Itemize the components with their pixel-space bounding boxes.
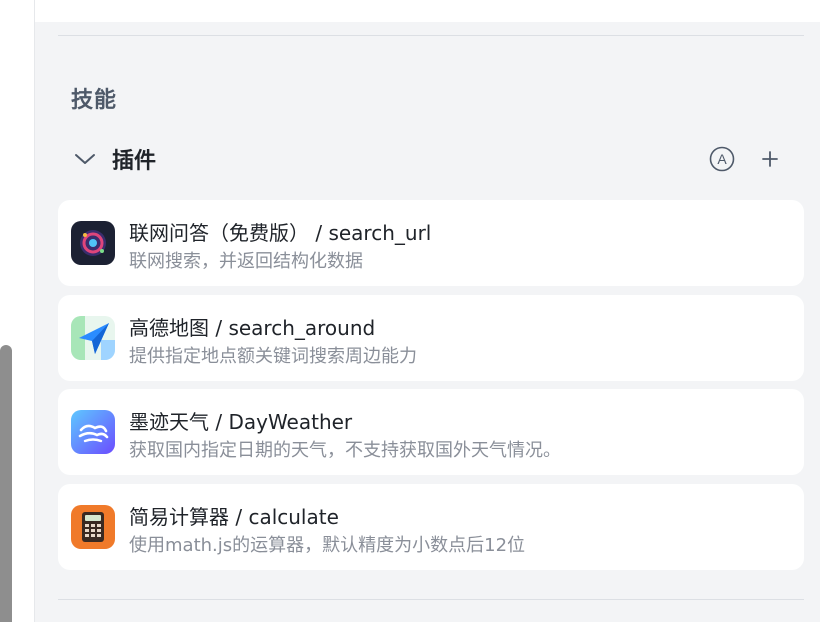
section-divider-top <box>58 35 804 36</box>
plugin-name: 墨迹天气 / DayWeather <box>129 410 353 434</box>
amap-icon <box>71 316 115 360</box>
plugin-description: 获取国内指定日期的天气，不支持获取国外天气情况。 <box>129 440 561 461</box>
chevron-down-icon[interactable] <box>72 146 98 172</box>
section-title: 技能 <box>71 88 118 113</box>
plugin-description: 提供指定地点额关键词搜索周边能力 <box>129 346 417 367</box>
plugin-description: 联网搜索，并返回结构化数据 <box>129 251 363 272</box>
plugin-name: 联网问答（免费版） / search_url <box>129 221 432 245</box>
plugin-section-header: 插件 A <box>72 142 784 176</box>
add-plugin-button[interactable] <box>756 145 784 173</box>
calculator-icon <box>71 505 115 549</box>
plugin-description: 使用math.js的运算器，默认精度为小数点后12位 <box>129 535 526 556</box>
scrollbar-thumb[interactable] <box>0 345 12 622</box>
plugin-name: 简易计算器 / calculate <box>129 505 339 529</box>
plugin-section-title: 插件 <box>112 149 157 174</box>
moji-weather-icon <box>71 410 115 454</box>
plugin-name: 高德地图 / search_around <box>129 316 376 340</box>
auto-mode-button[interactable]: A <box>708 145 736 173</box>
plus-icon <box>762 151 778 167</box>
search-url-icon <box>71 221 115 265</box>
panel-divider <box>34 0 35 622</box>
plugin-card-moji-weather[interactable]: 墨迹天气 / DayWeather 获取国内指定日期的天气，不支持获取国外天气情… <box>58 389 804 475</box>
plugin-card-search-url[interactable]: 联网问答（免费版） / search_url 联网搜索，并返回结构化数据 <box>58 200 804 286</box>
plugin-card-calculator[interactable]: 简易计算器 / calculate 使用math.js的运算器，默认精度为小数点… <box>58 484 804 570</box>
top-bar <box>35 0 820 22</box>
plugin-card-amap[interactable]: 高德地图 / search_around 提供指定地点额关键词搜索周边能力 <box>58 295 804 381</box>
section-divider-bottom <box>58 599 804 600</box>
plugin-header-actions: A <box>708 145 784 173</box>
auto-mode-label: A <box>717 151 727 167</box>
